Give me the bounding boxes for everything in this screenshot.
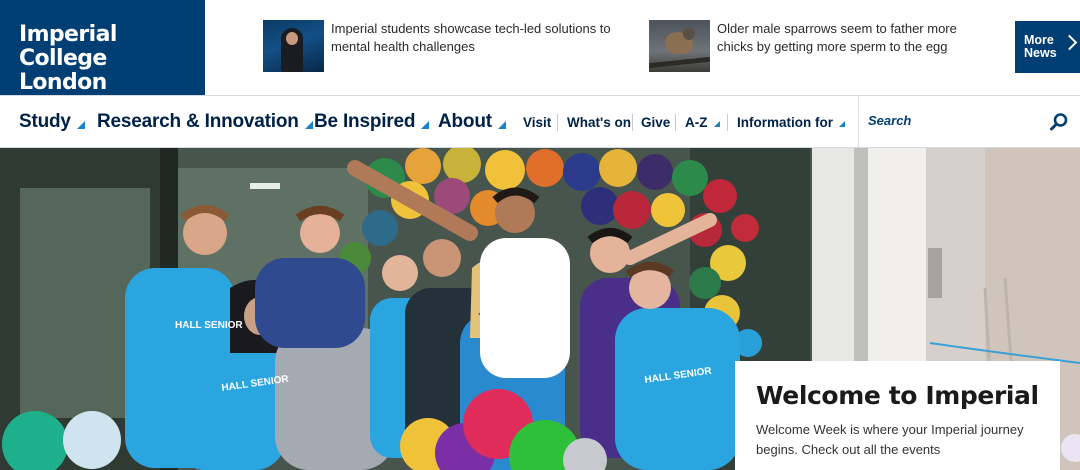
nav-divider (675, 114, 676, 131)
caret-icon (713, 121, 720, 127)
caret-icon (421, 121, 430, 129)
news-item[interactable]: Older male sparrows seem to father more … (649, 20, 989, 74)
nav-label: Information for (737, 114, 833, 130)
welcome-card[interactable]: Welcome to Imperial Welcome Week is wher… (735, 361, 1060, 470)
welcome-title[interactable]: Welcome to Imperial (756, 381, 1060, 411)
news-item[interactable]: Imperial students showcase tech-led solu… (263, 20, 623, 74)
search-placeholder: Search (868, 113, 912, 128)
logo-line-1: Imperial College (19, 22, 117, 71)
nav-divider (727, 114, 728, 131)
caret-icon (304, 121, 313, 129)
nav-item-be-inspired[interactable]: Be Inspired (314, 96, 430, 148)
shirt-text: HALL SENIOR (175, 320, 243, 331)
more-news-line-2: News (1024, 46, 1057, 60)
search-input[interactable]: Search (858, 96, 1080, 148)
nav-label: Give (641, 114, 671, 130)
more-news-button[interactable]: More News (1015, 21, 1080, 73)
nav-item-visit[interactable]: Visit (523, 96, 551, 148)
news-thumbnail[interactable] (649, 20, 710, 72)
nav-item-whats-on[interactable]: What's on (567, 96, 631, 148)
nav-label: A-Z (685, 114, 708, 130)
main-navigation: Study Research & Innovation Be Inspired … (0, 95, 1080, 148)
news-headline[interactable]: Older male sparrows seem to father more … (717, 20, 989, 74)
nav-divider (557, 114, 558, 131)
search-icon[interactable] (1049, 112, 1069, 132)
header-top: Imperial College London Imperial student… (0, 0, 1080, 95)
nav-label: Be Inspired (314, 111, 416, 132)
welcome-text: Welcome Week is where your Imperial jour… (756, 422, 1024, 457)
nav-item-a-z[interactable]: A-Z (685, 96, 720, 148)
caret-icon (76, 121, 85, 129)
nav-label: What's on (567, 114, 631, 130)
nav-item-study[interactable]: Study (19, 96, 85, 148)
nav-divider (632, 114, 633, 131)
news-headline[interactable]: Imperial students showcase tech-led solu… (331, 20, 623, 74)
nav-label: About (438, 111, 492, 132)
caret-icon (497, 121, 506, 129)
news-thumbnail[interactable] (263, 20, 324, 72)
nav-item-research-innovation[interactable]: Research & Innovation (97, 96, 313, 148)
nav-label: Visit (523, 114, 552, 130)
imperial-logo[interactable]: Imperial College London (0, 0, 205, 95)
logo-line-2: London (19, 70, 107, 95)
nav-item-give[interactable]: Give (641, 96, 670, 148)
caret-icon (839, 121, 845, 127)
nav-label: Research & Innovation (97, 111, 299, 132)
nav-label: Study (19, 111, 71, 132)
nav-item-information-for[interactable]: Information for (737, 96, 845, 148)
nav-item-about[interactable]: About (438, 96, 506, 148)
